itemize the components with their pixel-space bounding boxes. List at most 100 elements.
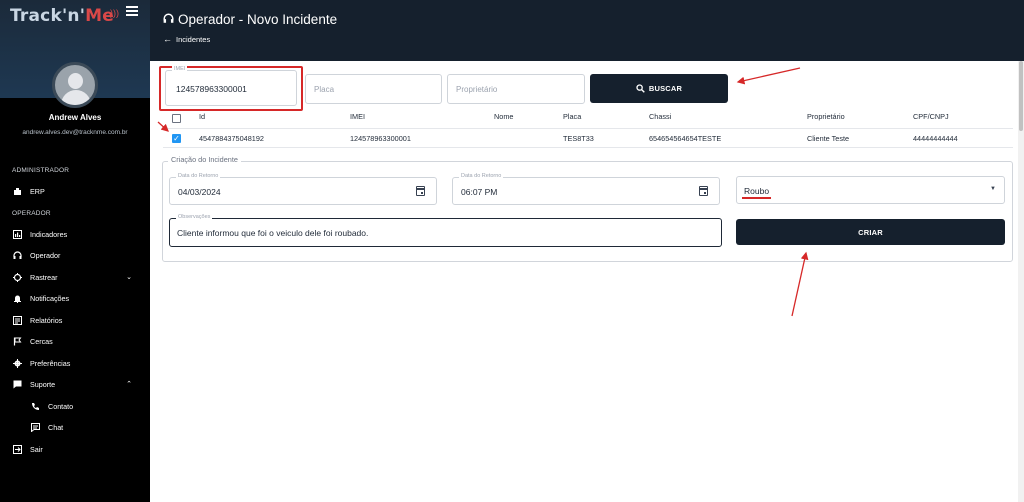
chart-icon [12, 229, 22, 239]
column-header-placa[interactable]: Placa [563, 112, 581, 126]
column-header-chassi[interactable]: Chassi [649, 112, 671, 126]
calendar-icon[interactable] [416, 186, 425, 196]
bell-icon [12, 293, 22, 303]
imei-field[interactable]: IMEI 124578963300001 [165, 66, 297, 106]
sidebar-item-rastrear[interactable]: Rastrear ⌄ [0, 268, 150, 286]
sidebar-item-label: Sair [30, 444, 43, 454]
sidebar-item-label: Indicadores [30, 229, 68, 239]
sidebar-item-label: Cercas [30, 336, 53, 346]
column-header-id[interactable]: Id [199, 112, 205, 126]
sidebar-item-indicadores[interactable]: Indicadores [0, 225, 150, 243]
observacoes-field[interactable]: Observações Cliente informou que foi o v… [169, 214, 722, 247]
scrollbar[interactable] [1018, 61, 1024, 502]
placa-field[interactable]: Placa [305, 74, 442, 104]
sidebar-item-chat[interactable]: Chat [0, 418, 150, 436]
page-title-text: Operador - Novo Incidente [178, 12, 338, 27]
message-icon [30, 422, 40, 432]
table-cell-chassi: 654654564654TESTE [649, 134, 722, 143]
observacoes-value: Cliente informou que foi o veiculo dele … [177, 228, 369, 238]
page-header: Operador - Novo Incidente ← Incidentes [150, 0, 1024, 61]
placa-placeholder: Placa [314, 85, 335, 94]
user-email: andrew.alves.dev@tracknme.com.br [22, 129, 128, 136]
table-cell-placa: TES8T33 [563, 134, 594, 143]
logo-main-text: Track'n [10, 6, 80, 26]
sidebar-item-label: Contato [48, 401, 74, 411]
table-cell-cpf-cnpj: 44444444444 [913, 134, 958, 143]
phone-icon [30, 401, 40, 411]
sidebar-item-notificacoes[interactable]: Notificações [0, 289, 150, 307]
signal-icon: ))) [110, 8, 119, 18]
annotation-underline [742, 197, 771, 199]
data-retorno-value: 04/03/2024 [178, 187, 221, 197]
hora-retorno-field[interactable]: Data do Retorno 06:07 PM [452, 173, 720, 205]
sidebar-item-label: Suporte [30, 379, 56, 389]
annotation-arrow-criar [791, 251, 809, 317]
tipo-incidente-value: Roubo [744, 186, 770, 196]
report-icon [12, 315, 22, 325]
table-cell-imei: 124578963300001 [350, 134, 411, 143]
column-header-nome[interactable]: Nome [494, 112, 513, 126]
page-title: Operador - Novo Incidente [163, 12, 337, 27]
imei-field-value: 124578963300001 [176, 84, 247, 94]
data-retorno-label: Data do Retorno [176, 173, 221, 179]
row-checkbox[interactable]: ✓ [172, 134, 181, 143]
buscar-button-label: BUSCAR [648, 84, 683, 93]
incident-creation-legend: Criação do Incidente [168, 155, 241, 164]
headset-icon [163, 13, 174, 27]
building-icon [12, 186, 22, 196]
flag-icon [12, 336, 22, 346]
tipo-incidente-select[interactable]: Roubo ▼ [736, 176, 1005, 204]
sidebar-item-label: Chat [48, 422, 64, 432]
proprietario-field[interactable]: Proprietário [447, 74, 585, 104]
observacoes-label: Observações [176, 214, 213, 220]
table-cell-proprietario: Cliente Teste [807, 134, 850, 143]
annotation-arrow-checkbox [157, 121, 169, 132]
headset-icon [12, 250, 22, 260]
user-name: Andrew Alves [48, 113, 102, 122]
table-divider [163, 147, 1013, 148]
app-logo[interactable]: Track'n'Me [10, 6, 114, 26]
table-divider [163, 128, 1013, 129]
back-link-label: Incidentes [176, 34, 211, 44]
section-label-operador: OPERADOR [12, 210, 51, 217]
sidebar-item-suporte[interactable]: Suporte ⌃ [0, 375, 150, 393]
hamburger-menu-icon[interactable] [126, 6, 138, 18]
chevron-down-icon: ⌄ [126, 274, 132, 281]
dropdown-arrow-icon: ▼ [990, 186, 996, 192]
select-all-checkbox[interactable] [172, 114, 181, 123]
sidebar-item-erp[interactable]: ERP [0, 182, 150, 200]
annotation-arrow-buscar [736, 67, 801, 85]
column-header-cpf-cnpj[interactable]: CPF/CNPJ [913, 112, 949, 126]
sidebar-item-label: Rastrear [30, 272, 58, 282]
sidebar-item-sair[interactable]: Sair [0, 440, 150, 458]
search-icon [636, 84, 645, 93]
sidebar-item-label: Operador [30, 250, 61, 260]
crosshair-icon [12, 272, 22, 282]
calendar-icon[interactable] [699, 186, 708, 196]
avatar[interactable] [52, 62, 98, 108]
sidebar-item-cercas[interactable]: Cercas [0, 332, 150, 350]
sidebar-item-operador[interactable]: Operador [0, 246, 150, 264]
buscar-button[interactable]: BUSCAR [590, 74, 728, 103]
sidebar-item-label: Preferências [30, 358, 71, 368]
arrow-left-icon: ← [163, 34, 172, 44]
criar-button-label: CRIAR [858, 227, 883, 237]
hora-retorno-value: 06:07 PM [461, 187, 498, 197]
imei-field-label: IMEI [172, 66, 188, 72]
column-header-proprietario[interactable]: Proprietário [807, 112, 845, 126]
sidebar: Track'n'Me ))) Andrew Alves andrew.alves… [0, 0, 150, 502]
chat-icon [12, 379, 22, 389]
data-retorno-field[interactable]: Data do Retorno 04/03/2024 [169, 173, 437, 205]
column-header-imei[interactable]: IMEI [350, 112, 365, 126]
chevron-up-icon: ⌃ [126, 381, 132, 388]
criar-button[interactable]: CRIAR [736, 219, 1005, 245]
back-link[interactable]: ← Incidentes [163, 34, 210, 44]
proprietario-placeholder: Proprietário [456, 85, 498, 94]
sidebar-item-preferencias[interactable]: Preferências [0, 354, 150, 372]
sidebar-item-relatorios[interactable]: Relatórios [0, 311, 150, 329]
sidebar-item-contato[interactable]: Contato [0, 397, 150, 415]
scrollbar-thumb[interactable] [1019, 61, 1023, 131]
sidebar-item-label: ERP [30, 186, 45, 196]
gear-icon [12, 358, 22, 368]
section-label-administrador: ADMINISTRADOR [12, 167, 70, 174]
